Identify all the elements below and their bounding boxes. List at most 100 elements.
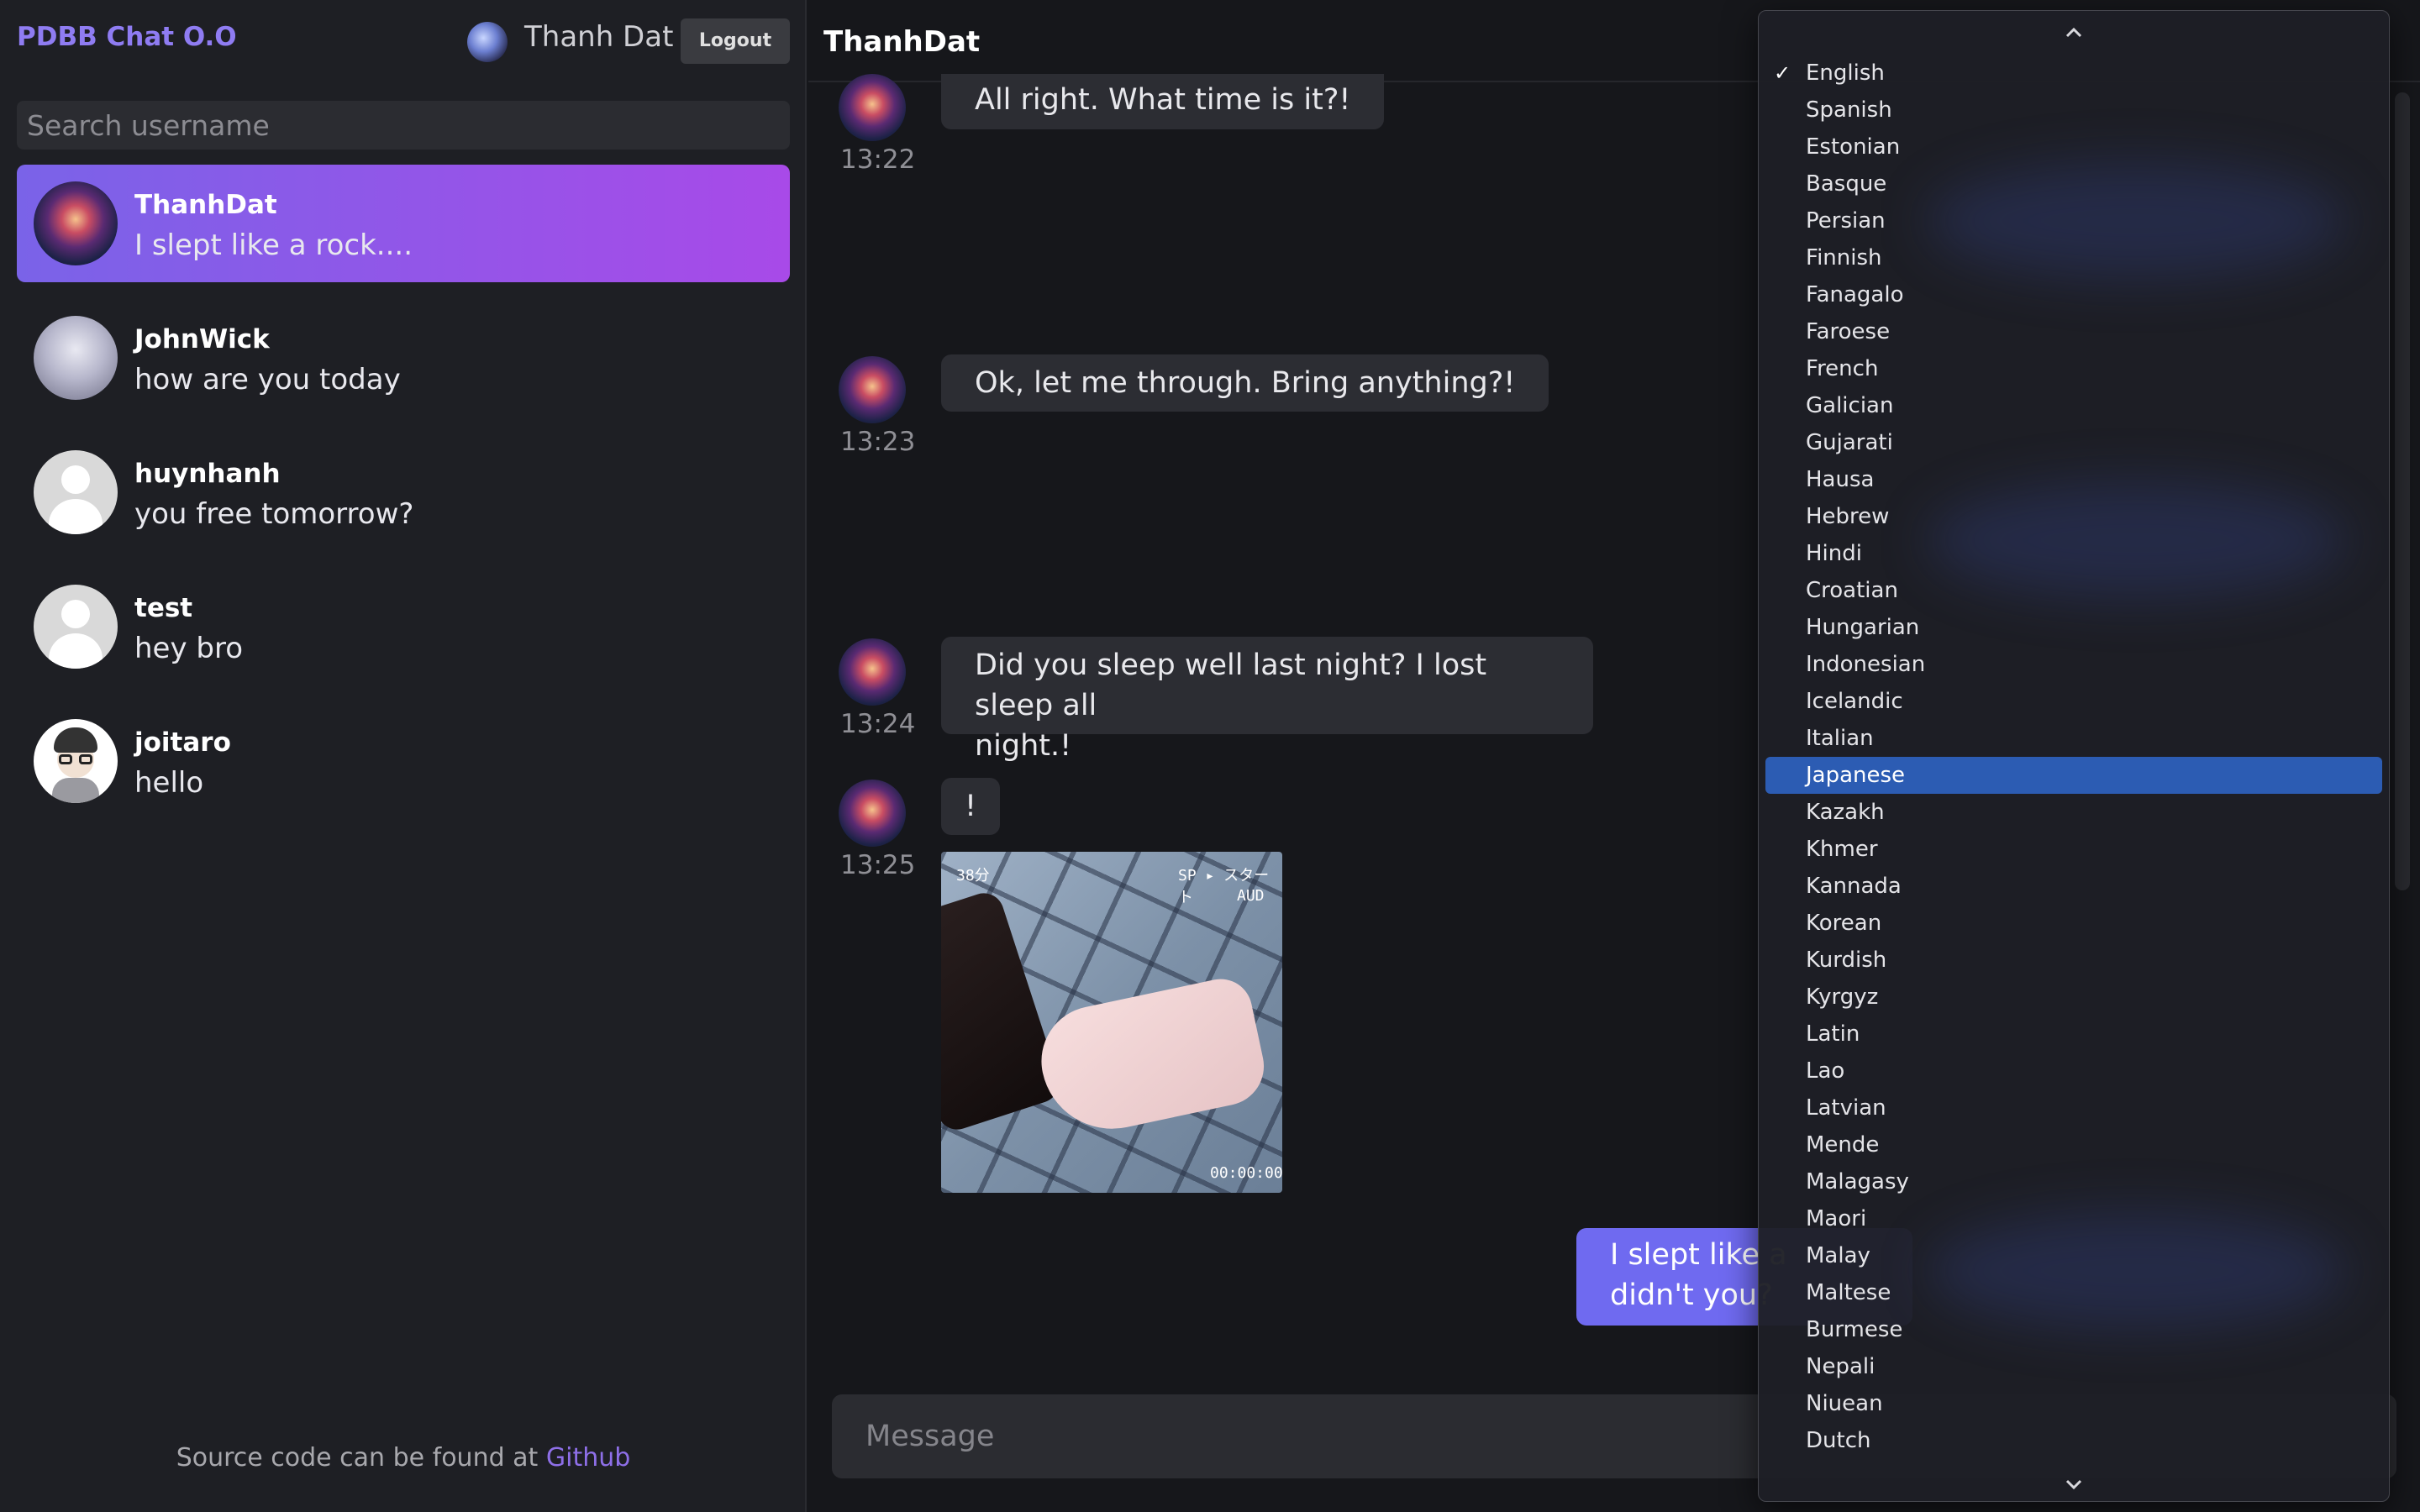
language-option-label: Hindi bbox=[1806, 541, 1862, 566]
language-option[interactable]: Faroese bbox=[1765, 313, 2382, 350]
avatar-glasses-left bbox=[59, 754, 72, 764]
language-option[interactable]: Basque bbox=[1765, 165, 2382, 202]
language-option[interactable]: Spanish bbox=[1765, 92, 2382, 129]
language-option[interactable]: Latvian bbox=[1765, 1089, 2382, 1126]
github-link[interactable]: Github bbox=[546, 1443, 630, 1473]
language-option-label: Japanese bbox=[1806, 763, 1906, 788]
language-option-label: Malay bbox=[1806, 1243, 1870, 1268]
message-time: 13:22 bbox=[840, 144, 916, 175]
language-option[interactable]: Korean bbox=[1765, 905, 2382, 942]
language-option[interactable]: Mende bbox=[1765, 1126, 2382, 1163]
avatar-shirt-shape bbox=[52, 778, 99, 803]
language-option[interactable]: Hindi bbox=[1765, 535, 2382, 572]
language-option[interactable]: Hebrew bbox=[1765, 498, 2382, 535]
language-option[interactable]: Khmer bbox=[1765, 831, 2382, 868]
language-option-label: Galician bbox=[1806, 393, 1894, 418]
language-option-label: Fanagalo bbox=[1806, 282, 1904, 307]
language-option[interactable]: Malay bbox=[1765, 1237, 2382, 1274]
message-avatar bbox=[839, 780, 906, 847]
language-option[interactable]: Persian bbox=[1765, 202, 2382, 239]
language-option[interactable]: Nepali bbox=[1765, 1348, 2382, 1385]
language-option[interactable]: Galician bbox=[1765, 387, 2382, 424]
language-option-label: Persian bbox=[1806, 208, 1886, 234]
language-option[interactable]: Burmese bbox=[1765, 1311, 2382, 1348]
language-option[interactable]: Hungarian bbox=[1765, 609, 2382, 646]
language-option-label: Niuean bbox=[1806, 1391, 1883, 1416]
conversation-name: ThanhDat bbox=[134, 190, 277, 220]
language-option[interactable]: Indonesian bbox=[1765, 646, 2382, 683]
glasses-avatar bbox=[34, 719, 118, 803]
anime-avatar bbox=[34, 316, 118, 400]
conversation-item-test[interactable]: test hey bro bbox=[17, 568, 790, 685]
message-photo[interactable]: 38分 SP ▸ スタート AUD 00:00:00 bbox=[941, 852, 1282, 1193]
language-option[interactable]: Fanagalo bbox=[1765, 276, 2382, 313]
language-option[interactable]: French bbox=[1765, 350, 2382, 387]
language-option[interactable]: Niuean bbox=[1765, 1385, 2382, 1422]
language-option[interactable]: Finnish bbox=[1765, 239, 2382, 276]
language-option-label: Mende bbox=[1806, 1132, 1880, 1158]
language-option[interactable]: Kazakh bbox=[1765, 794, 2382, 831]
language-option[interactable]: Estonian bbox=[1765, 129, 2382, 165]
conversation-name: huynhanh bbox=[134, 459, 281, 489]
chevron-down-icon[interactable] bbox=[1759, 1473, 2389, 1496]
language-option-label: Indonesian bbox=[1806, 652, 1926, 677]
language-option[interactable]: ✓ English bbox=[1765, 55, 2382, 92]
galaxy-avatar bbox=[34, 181, 118, 265]
footer-text: Source code can be found at bbox=[176, 1443, 546, 1473]
photo-hand-shape bbox=[1031, 973, 1271, 1142]
chevron-up-icon[interactable] bbox=[1759, 21, 2389, 45]
language-option[interactable]: Latin bbox=[1765, 1016, 2382, 1053]
language-option-label: Faroese bbox=[1806, 319, 1891, 344]
language-option[interactable]: Maori bbox=[1765, 1200, 2382, 1237]
language-option-label: Latvian bbox=[1806, 1095, 1886, 1121]
message-text-line: Did you sleep well last night? I lost sl… bbox=[975, 648, 1487, 722]
message-avatar bbox=[839, 638, 906, 706]
conversation-item-joitaro[interactable]: joitaro hello bbox=[17, 702, 790, 820]
language-option-label: Khmer bbox=[1806, 837, 1878, 862]
language-option-label: French bbox=[1806, 356, 1879, 381]
chat-scrollbar[interactable] bbox=[2395, 92, 2410, 890]
conversation-item-johnwick[interactable]: JohnWick how are you today bbox=[17, 299, 790, 417]
language-option[interactable]: Kyrgyz bbox=[1765, 979, 2382, 1016]
language-option-label: Kyrgyz bbox=[1806, 984, 1879, 1010]
language-option-label: Kannada bbox=[1806, 874, 1902, 899]
language-option-label: Kazakh bbox=[1806, 800, 1885, 825]
language-option-label: Malagasy bbox=[1806, 1169, 1909, 1194]
language-option[interactable]: Icelandic bbox=[1765, 683, 2382, 720]
avatar-head-shape bbox=[61, 465, 90, 494]
chat-title: ThanhDat bbox=[823, 25, 981, 59]
language-option[interactable]: Gujarati bbox=[1765, 424, 2382, 461]
language-option[interactable]: Kurdish bbox=[1765, 942, 2382, 979]
language-option[interactable]: Dutch bbox=[1765, 1422, 2382, 1459]
language-option-label: Maori bbox=[1806, 1206, 1867, 1231]
conversation-last-message: how are you today bbox=[134, 363, 401, 396]
message-time: 13:23 bbox=[840, 427, 916, 457]
language-option-label: Latin bbox=[1806, 1021, 1860, 1047]
conversation-item-thanhdat[interactable]: ThanhDat I slept like a rock.... bbox=[17, 165, 790, 282]
photo-hud-battery: 38分 bbox=[956, 867, 990, 885]
language-option-label: Burmese bbox=[1806, 1317, 1903, 1342]
avatar-hair-shape bbox=[54, 727, 97, 753]
language-option[interactable]: Kannada bbox=[1765, 868, 2382, 905]
conversation-last-message: hello bbox=[134, 766, 204, 800]
language-option[interactable]: Japanese bbox=[1765, 757, 2382, 794]
logout-button[interactable]: Logout bbox=[681, 18, 790, 64]
language-dropdown[interactable]: ✓ English Spanish Estonian Basque Persian Finn… bbox=[1758, 10, 2390, 1502]
language-option[interactable]: Hausa bbox=[1765, 461, 2382, 498]
language-option[interactable]: Maltese bbox=[1765, 1274, 2382, 1311]
avatar-body-shape bbox=[49, 633, 103, 669]
language-option[interactable]: Italian bbox=[1765, 720, 2382, 757]
search-input[interactable] bbox=[17, 101, 790, 150]
message-bubble: All right. What time is it?! bbox=[941, 74, 1385, 129]
language-option[interactable]: Croatian bbox=[1765, 572, 2382, 609]
language-option-label: Gujarati bbox=[1806, 430, 1893, 455]
conversation-item-huynhanh[interactable]: huynhanh you free tomorrow? bbox=[17, 433, 790, 551]
default-avatar bbox=[34, 585, 118, 669]
language-option[interactable]: Lao bbox=[1765, 1053, 2382, 1089]
sidebar: PDBB Chat O.O Thanh Dat Logout ThanhDat … bbox=[0, 0, 807, 1512]
language-options: ✓ English Spanish Estonian Basque Persian Finn… bbox=[1759, 55, 2389, 1459]
avatar-glasses-right bbox=[79, 754, 92, 764]
conversation-name: joitaro bbox=[134, 727, 231, 758]
language-option[interactable]: Malagasy bbox=[1765, 1163, 2382, 1200]
message-bubble: Ok, let me through. Bring anything?! bbox=[941, 354, 1549, 412]
